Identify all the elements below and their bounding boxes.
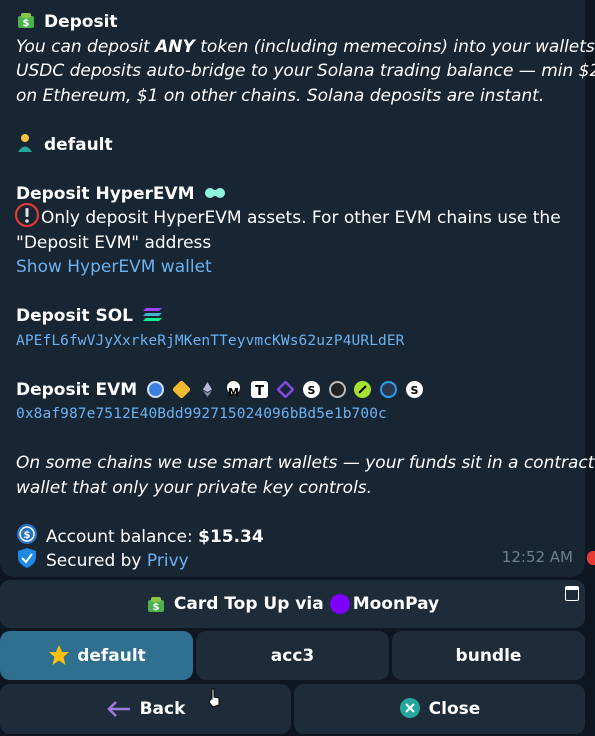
money-bag-icon: $	[16, 10, 38, 30]
secured-label: Secured by	[46, 551, 147, 571]
card-topup-button[interactable]: $ Card Top Up via MoonPay	[0, 580, 585, 628]
sonic-icon: S	[302, 380, 320, 398]
svg-text:S: S	[307, 384, 315, 397]
shield-icon	[16, 548, 40, 569]
moonpay-label: MoonPay	[352, 594, 440, 614]
arrow-left-icon	[106, 699, 132, 719]
base-icon	[147, 380, 165, 398]
secured-row: Secured by Privy	[16, 548, 585, 574]
message-bubble: $ Deposit You can deposit ANY token (inc…	[0, 0, 595, 577]
smart-wallet-line-2: wallet that only your private key contro…	[16, 477, 373, 498]
account-button-acc3-label: acc3	[270, 645, 315, 666]
sol-heading: Deposit SOL	[16, 306, 134, 326]
balance-value: $15.34	[198, 526, 264, 547]
celo-icon	[328, 380, 346, 398]
show-hyperevm-wallet-link[interactable]: Show HyperEVM wallet	[16, 255, 585, 280]
account-button-acc3[interactable]: acc3	[196, 631, 389, 680]
solana-icon	[142, 304, 165, 324]
message-title-row: $ Deposit	[16, 10, 585, 35]
sol-address[interactable]: APEfL6fwVJyXxrkeRjMKenTTeyvmcKWs62uzP4UR…	[16, 329, 585, 354]
smart-wallet-line-1: On some chains we use smart wallets — yo…	[16, 453, 595, 473]
account-button-default-label: default	[77, 645, 146, 666]
close-button[interactable]: Close	[294, 684, 585, 734]
sol-heading-row: Deposit SOL	[16, 304, 585, 329]
external-window-icon	[565, 586, 579, 601]
hyperliquid-icon	[204, 182, 226, 202]
account-button-default[interactable]: default	[0, 631, 193, 680]
hyperevm-heading: Deposit HyperEVM	[16, 183, 195, 204]
dollar-coin-icon: $	[16, 523, 40, 545]
account-row: default	[16, 133, 585, 158]
bnb-icon	[171, 379, 192, 399]
topup-label: Card Top Up via	[173, 594, 324, 614]
close-icon	[399, 698, 423, 719]
ethereum-icon	[199, 381, 216, 398]
close-label: Close	[428, 699, 481, 719]
polygon-icon	[275, 379, 295, 399]
message-title: Deposit	[44, 12, 118, 32]
intro-line-3: on Ethereum, $1 on other chains. Solana …	[16, 85, 545, 106]
heart-reaction-icon	[587, 551, 595, 565]
sei-icon: S	[406, 380, 424, 398]
arbitrum-icon	[380, 380, 398, 398]
monad-icon	[354, 380, 372, 398]
evm-heading-row: Deposit EVM M T S S	[16, 378, 585, 403]
svg-text:$: $	[23, 18, 30, 29]
balance-label: Account balance:	[46, 526, 199, 547]
message-timestamp: 12:52 AM	[501, 547, 573, 566]
mantle-icon: M	[224, 378, 242, 399]
account-button-bundle-label: bundle	[455, 645, 522, 666]
mouse-cursor-icon	[207, 688, 221, 708]
svg-text:$: $	[24, 530, 31, 541]
moonpay-icon	[329, 594, 350, 614]
hyperevm-warning-2: "Deposit EVM" address	[16, 232, 212, 253]
back-button[interactable]: Back	[0, 684, 291, 734]
hyperevm-warning-row: Only deposit HyperEVM assets. For other …	[14, 203, 585, 231]
intro-line-1: You can deposit ANY token (including mem…	[16, 36, 595, 57]
account-button-bundle[interactable]: bundle	[392, 631, 585, 680]
svg-text:$: $	[152, 602, 159, 613]
money-bag-icon: $	[146, 594, 168, 614]
hyperevm-warning-1: Only deposit HyperEVM assets. For other …	[41, 208, 561, 228]
hyperevm-heading-row: Deposit HyperEVM	[16, 182, 585, 207]
intro-line-2: USDC deposits auto-bridge to your Solana…	[16, 61, 595, 81]
evm-address[interactable]: 0x8af987e7512E40Bdd992715024096bBd5e1b70…	[16, 402, 585, 427]
person-icon	[16, 133, 38, 153]
svg-text:S: S	[411, 384, 419, 397]
svg-text:T: T	[255, 384, 264, 398]
privy-link[interactable]: Privy	[147, 551, 189, 571]
exclamation-icon	[14, 203, 40, 227]
account-name: default	[44, 134, 113, 155]
tempo-icon: T	[250, 380, 268, 399]
evm-heading: Deposit EVM	[16, 379, 138, 400]
svg-text:M: M	[228, 386, 239, 398]
back-label: Back	[139, 699, 186, 719]
balance-row: $ Account balance: $15.34	[16, 523, 585, 550]
evm-chain-icons: M T S S	[147, 378, 426, 400]
star-icon	[47, 644, 71, 666]
